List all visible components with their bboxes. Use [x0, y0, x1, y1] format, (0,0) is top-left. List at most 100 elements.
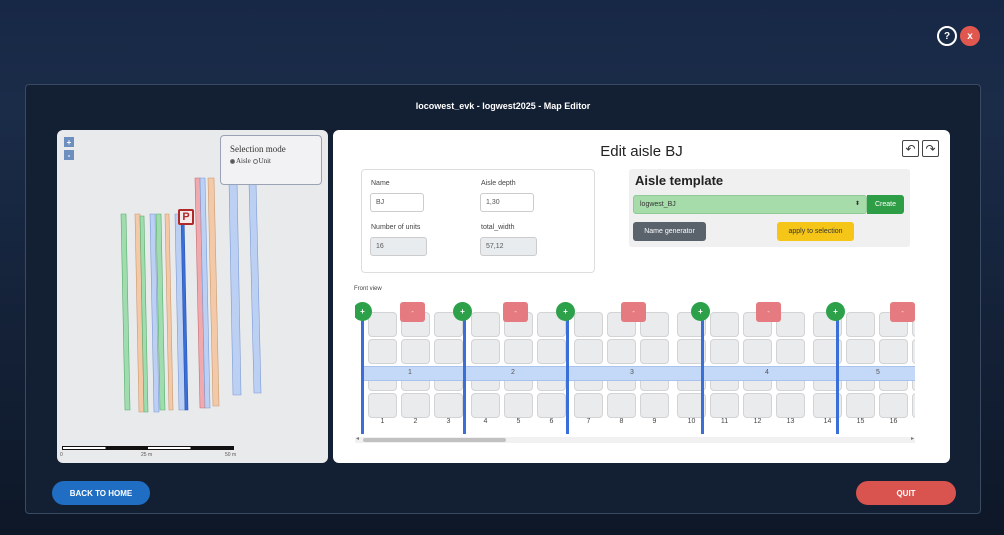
unit-number: 7	[586, 418, 591, 425]
unit-number: 12	[753, 418, 762, 425]
help-button[interactable]: ?	[937, 26, 957, 46]
modal-title: locowest_evk - logwest2025 - Map Editor	[415, 101, 591, 111]
scroll-right-icon[interactable]: ▸	[911, 435, 914, 442]
bay-label: 3	[630, 369, 634, 376]
unit-number: 11	[720, 418, 729, 425]
bay-label: 2	[511, 369, 515, 376]
scrollbar-thumb[interactable]	[363, 438, 506, 442]
remove-bay-button[interactable]: -	[756, 302, 781, 322]
scale-label: 0	[60, 452, 63, 458]
unit-number: 1	[380, 418, 385, 425]
map-aisle	[207, 177, 220, 407]
remove-bay-button[interactable]: -	[503, 302, 528, 322]
name-input[interactable]: BJ	[370, 193, 424, 212]
unit-cell[interactable]	[710, 339, 739, 364]
parking-marker[interactable]: P	[178, 209, 194, 225]
edit-aisle-title: Edit aisle BJ	[600, 143, 683, 160]
unit-number: 9	[652, 418, 657, 425]
bay-band[interactable]: 2	[463, 366, 566, 381]
map-aisle	[228, 179, 242, 396]
remove-bay-button[interactable]: -	[621, 302, 646, 322]
unit-radio-label: Unit	[258, 157, 271, 165]
unit-number: 4	[483, 418, 488, 425]
units-field: 16	[370, 237, 427, 256]
units-label: Number of units	[371, 224, 421, 231]
unit-cell[interactable]	[912, 339, 915, 364]
unit-cell[interactable]	[574, 339, 603, 364]
unit-cell[interactable]	[879, 339, 908, 364]
template-select[interactable]: logwest_BJ ⬍	[633, 195, 867, 214]
unit-cell[interactable]	[504, 339, 533, 364]
aisle-depth-input[interactable]: 1,30	[480, 193, 534, 212]
add-bay-button[interactable]: +	[453, 302, 472, 321]
total-width-label: total_width	[481, 224, 515, 231]
edit-aisle-panel: Edit aisle BJ ↶ ↷ Name BJ Aisle depth 1,…	[333, 130, 950, 463]
scroll-left-icon[interactable]: ◂	[356, 435, 359, 442]
map-editor-modal: locowest_evk - logwest2025 - Map Editor …	[25, 84, 981, 514]
horizontal-scrollbar[interactable]: ◂ ▸	[355, 435, 915, 443]
name-label: Name	[371, 180, 390, 187]
unit-number: 3	[446, 418, 451, 425]
selection-mode-title: Selection mode	[230, 144, 286, 154]
map-aisle	[164, 213, 174, 411]
bay-divider[interactable]	[566, 312, 569, 434]
aisle-radio[interactable]	[230, 158, 235, 164]
add-bay-button[interactable]: +	[556, 302, 575, 321]
scale-label: 50 m	[225, 452, 237, 458]
aisle-radio-label: Aisle	[236, 157, 251, 165]
aisle-depth-label: Aisle depth	[481, 180, 516, 187]
template-select-value: logwest_BJ	[640, 201, 676, 208]
unit-number: 8	[619, 418, 624, 425]
unit-cell[interactable]	[368, 312, 397, 337]
unit-cell[interactable]	[710, 312, 739, 337]
unit-number: 2	[413, 418, 418, 425]
unit-cell[interactable]	[846, 339, 875, 364]
remove-bay-button[interactable]: -	[890, 302, 915, 322]
bay-band[interactable]: 4	[701, 366, 836, 381]
unit-radio[interactable]	[252, 158, 258, 164]
create-button[interactable]: Create	[867, 195, 904, 214]
front-view[interactable]: 1 2 3 4 5 + + + + + - - - - -1 2 3 4 5 6 7 8 9 10 11 12 13 14 15 16	[355, 300, 915, 435]
unit-cell[interactable]	[401, 339, 430, 364]
add-bay-button[interactable]: +	[691, 302, 710, 321]
unit-cell[interactable]	[743, 339, 772, 364]
bay-band[interactable]: 5	[836, 366, 915, 381]
unit-cell[interactable]	[776, 339, 805, 364]
redo-icon[interactable]: ↷	[922, 140, 939, 157]
unit-cell[interactable]	[607, 339, 636, 364]
remove-bay-button[interactable]: -	[400, 302, 425, 322]
close-button[interactable]: x	[960, 26, 980, 46]
aisle-template-title: Aisle template	[635, 173, 724, 188]
quit-button[interactable]: QUIT	[856, 481, 956, 505]
total-width-field: 57,12	[480, 237, 537, 256]
bay-label: 4	[765, 369, 769, 376]
bay-divider[interactable]	[463, 312, 466, 434]
aisle-form: Name BJ Aisle depth 1,30 Number of units…	[361, 169, 595, 273]
unit-cell[interactable]	[912, 393, 915, 418]
unit-cell[interactable]	[471, 339, 500, 364]
unit-cell[interactable]	[640, 339, 669, 364]
map-aisle	[120, 213, 131, 411]
unit-cell[interactable]	[846, 312, 875, 337]
apply-to-selection-button[interactable]: apply to selection	[777, 222, 854, 241]
unit-cell[interactable]	[434, 339, 463, 364]
add-bay-button[interactable]: +	[826, 302, 845, 321]
map-panel[interactable]: + - Selection mode Aisle Unit P 0 25 m 5…	[57, 130, 328, 463]
unit-number: 16	[889, 418, 898, 425]
unit-number: 10	[687, 418, 696, 425]
unit-cell[interactable]	[368, 339, 397, 364]
undo-icon[interactable]: ↶	[902, 140, 919, 157]
bay-band[interactable]: 3	[566, 366, 701, 381]
unit-cell[interactable]	[574, 312, 603, 337]
unit-cell[interactable]	[537, 339, 566, 364]
scale-label: 25 m	[141, 452, 153, 458]
name-generator-button[interactable]: Name generator	[633, 222, 706, 241]
unit-cell[interactable]	[471, 312, 500, 337]
back-to-home-button[interactable]: BACK TO HOME	[52, 481, 150, 505]
bay-divider[interactable]	[361, 312, 364, 434]
map-aisle	[248, 181, 262, 394]
front-view-label: Front view	[354, 286, 382, 292]
bay-band[interactable]: 1	[361, 366, 463, 381]
unit-number: 5	[516, 418, 521, 425]
scale-bar	[62, 446, 234, 450]
